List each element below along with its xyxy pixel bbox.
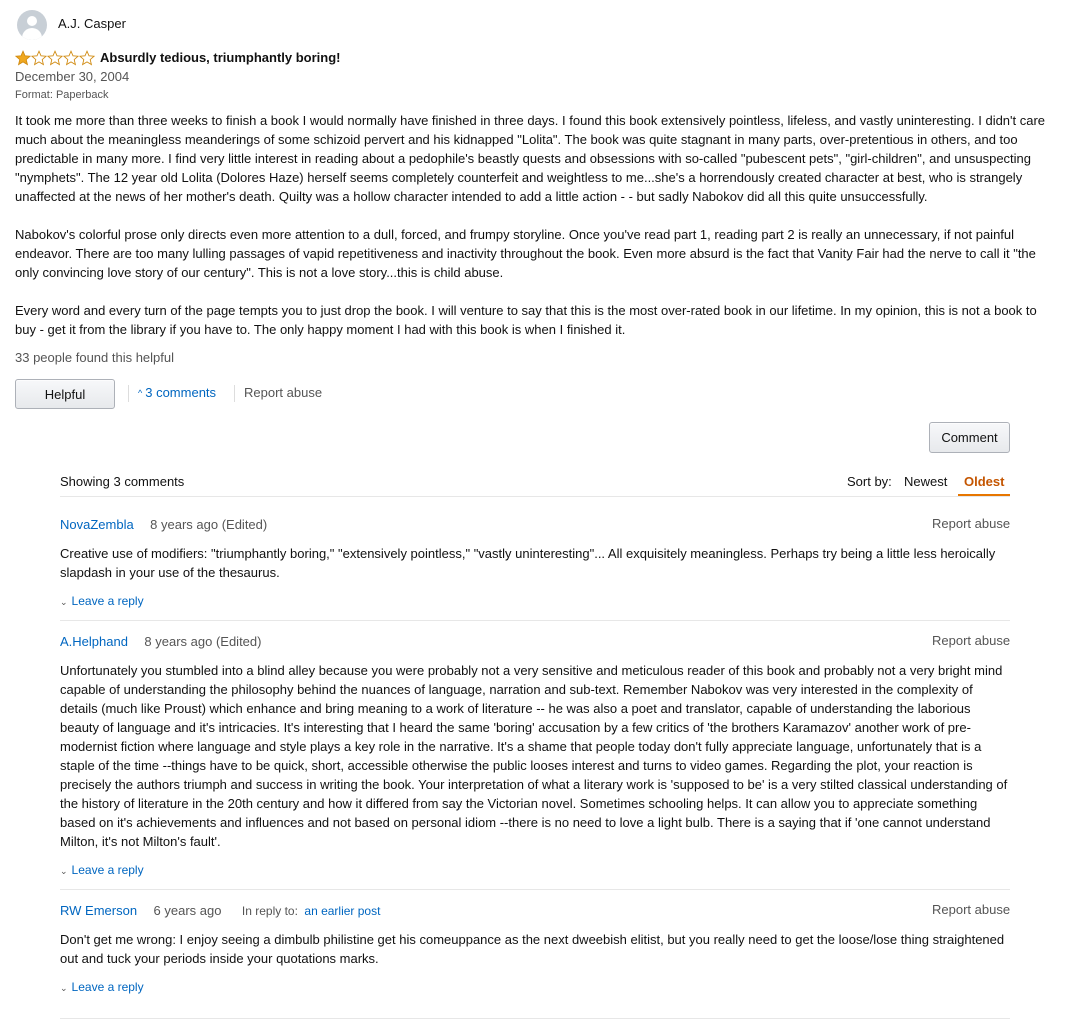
review-author[interactable]: A.J. Casper: [58, 16, 126, 31]
comment-header: A.Helphand 8 years ago (Edited): [60, 633, 261, 651]
star-empty-icon: [79, 50, 95, 66]
comment-button[interactable]: Comment: [929, 422, 1010, 453]
comment-header: NovaZembla 8 years ago (Edited): [60, 516, 267, 534]
leave-reply-link[interactable]: ⌄ Leave a reply: [60, 980, 144, 994]
divider: [60, 620, 1010, 621]
comment-age: 8 years ago (Edited): [150, 517, 268, 532]
comment-header: RW Emerson 6 years ago In reply to: an e…: [60, 902, 380, 920]
review-format: Format: Paperback: [15, 89, 109, 101]
divider: [128, 385, 129, 402]
comments-toggle-link[interactable]: ^ 3 comments: [138, 385, 216, 400]
leave-reply-label: Leave a reply: [71, 594, 144, 608]
chevron-down-icon: ⌄: [60, 597, 68, 607]
in-reply-to-label: In reply to:: [241, 904, 298, 918]
comments-link-label: 3 comments: [145, 385, 217, 400]
divider: [60, 889, 1010, 890]
review-title[interactable]: Absurdly tedious, triumphantly boring!: [100, 50, 341, 65]
comment-report-abuse-link[interactable]: Report abuse: [932, 902, 1010, 917]
leave-reply-label: Leave a reply: [71, 980, 144, 994]
star-empty-icon: [47, 50, 63, 66]
comment-author[interactable]: A.Helphand: [60, 634, 128, 649]
comments-count: Showing 3 comments: [60, 474, 185, 489]
sort-newest-tab[interactable]: Newest: [904, 474, 947, 489]
chevron-down-icon: ⌄: [60, 983, 68, 993]
helpful-button[interactable]: Helpful: [15, 379, 115, 409]
comment-text: Creative use of modifiers: "triumphantly…: [60, 546, 996, 580]
star-filled-icon: [15, 50, 31, 66]
divider: [234, 385, 235, 402]
leave-reply-link[interactable]: ⌄ Leave a reply: [60, 594, 144, 608]
comment-text: Don't get me wrong: I enjoy seeing a dim…: [60, 932, 1005, 966]
comment-author[interactable]: NovaZembla: [60, 517, 134, 532]
divider: [60, 1018, 1010, 1019]
comment-report-abuse-link[interactable]: Report abuse: [932, 516, 1010, 531]
in-reply-to-link[interactable]: an earlier post: [304, 904, 380, 918]
chevron-down-icon: ⌄: [60, 866, 68, 876]
comment-author[interactable]: RW Emerson: [60, 903, 137, 918]
sort-oldest-tab[interactable]: Oldest: [964, 474, 1004, 489]
leave-reply-label: Leave a reply: [71, 863, 144, 877]
comment-text: Unfortunately you stumbled into a blind …: [60, 663, 1008, 849]
review-paragraph: Every word and every turn of the page te…: [15, 303, 1037, 337]
report-abuse-link[interactable]: Report abuse: [244, 385, 322, 400]
leave-reply-link[interactable]: ⌄ Leave a reply: [60, 863, 144, 877]
review-paragraph: Nabokov's colorful prose only directs ev…: [15, 227, 1036, 280]
comment-age: 8 years ago (Edited): [144, 634, 262, 649]
sort-by-label: Sort by:: [847, 474, 892, 489]
comment-report-abuse-link[interactable]: Report abuse: [932, 633, 1010, 648]
avatar: [17, 10, 47, 40]
star-empty-icon: [31, 50, 47, 66]
comment-age: 6 years ago: [153, 903, 222, 918]
review-date: December 30, 2004: [15, 69, 130, 84]
chevron-up-icon: ^: [138, 388, 143, 398]
star-empty-icon: [63, 50, 79, 66]
review-body: It took me more than three weeks to fini…: [15, 111, 1055, 358]
star-rating: [15, 50, 95, 66]
helpful-count: 33 people found this helpful: [15, 350, 175, 365]
divider: [60, 496, 1010, 497]
review-paragraph: It took me more than three weeks to fini…: [15, 113, 1046, 204]
